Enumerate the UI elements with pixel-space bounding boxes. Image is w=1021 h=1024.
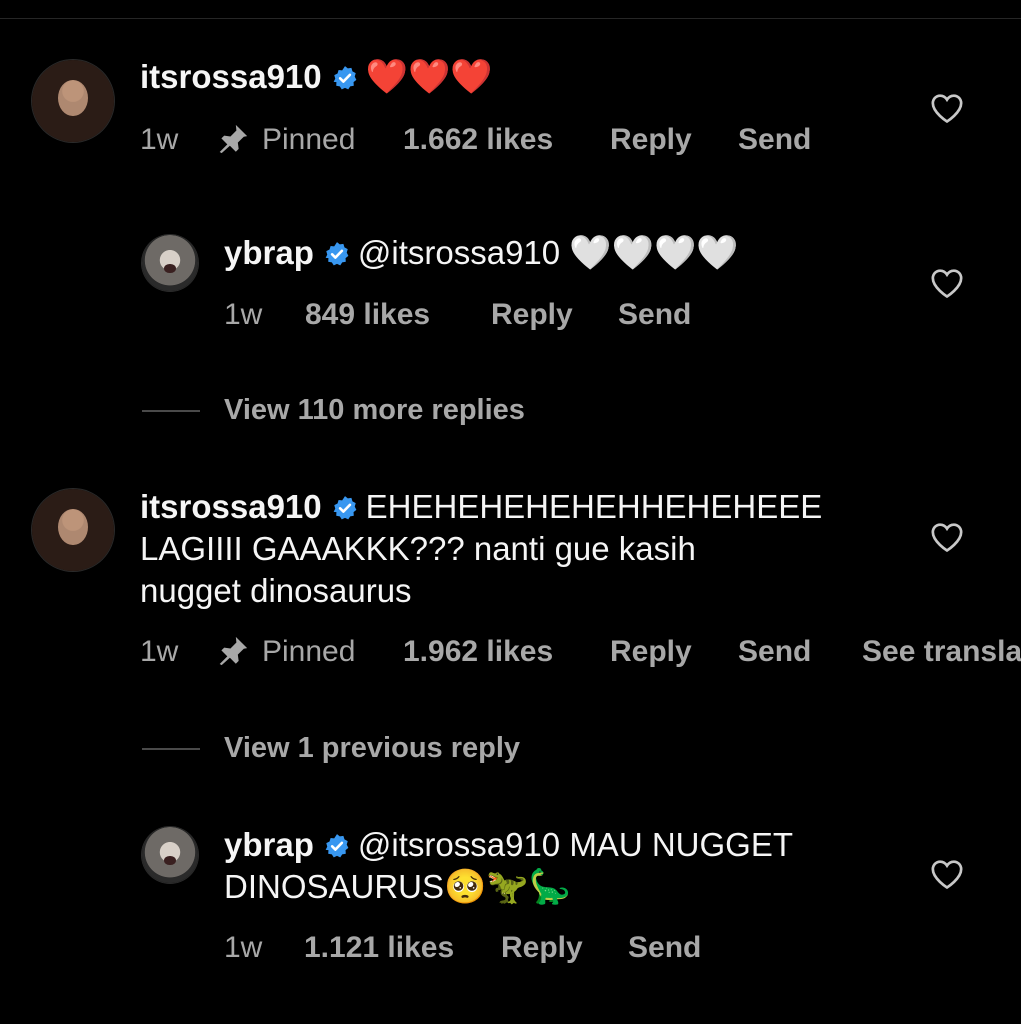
mention-link[interactable]: @itsrossa910 [358, 826, 560, 863]
divider-line [142, 748, 200, 750]
pinned-label: Pinned [262, 635, 356, 668]
verified-badge-icon [325, 834, 349, 858]
username[interactable]: ybrap [224, 234, 314, 271]
verified-badge-icon [333, 66, 357, 90]
divider-line [142, 410, 200, 412]
comment-text-line-3: nugget dinosaurus [140, 572, 412, 609]
send-button[interactable]: Send [628, 930, 701, 966]
timestamp: 1w [140, 635, 179, 668]
send-button[interactable]: Send [738, 634, 811, 670]
verified-badge-icon [325, 242, 349, 266]
like-heart-icon[interactable] [930, 521, 964, 553]
username[interactable]: itsrossa910 [140, 58, 322, 95]
likes-count[interactable]: 1.962 likes [403, 634, 553, 670]
comment-text-line-2: DINOSAURUS [224, 868, 445, 905]
comment-text: ❤️❤️❤️ [365, 58, 493, 96]
view-previous-replies-label[interactable]: View 1 previous reply [224, 730, 520, 766]
avatar[interactable] [32, 60, 114, 142]
view-more-replies-label[interactable]: View 110 more replies [224, 392, 525, 428]
comment-text-line-1: MAU NUGGET [569, 826, 793, 863]
send-button[interactable]: Send [738, 122, 811, 158]
timestamp: 1w [140, 123, 179, 156]
reply-button[interactable]: Reply [610, 634, 692, 670]
comment-emoji: 🥺🦖🦕 [444, 868, 572, 906]
timestamp: 1w [224, 298, 263, 331]
avatar[interactable] [142, 235, 198, 291]
reply-button[interactable]: Reply [491, 297, 573, 333]
top-divider [0, 18, 1021, 19]
comment-text-line-1: EHEHEHEHEHEHHEHEHEEE [365, 488, 823, 525]
like-heart-icon[interactable] [930, 92, 964, 124]
send-button[interactable]: Send [618, 297, 691, 333]
pin-icon [219, 124, 248, 154]
verified-badge-icon [333, 496, 357, 520]
pin-icon [219, 636, 248, 666]
comment-actions: 1w Pinned 1.962 likes Reply Send See tra… [140, 634, 1021, 674]
comment-text-line-2: LAGIIII GAAAKKK??? nanti gue kasih [140, 530, 696, 567]
see-translation-button[interactable]: See translation [862, 634, 1021, 670]
avatar[interactable] [142, 827, 198, 883]
avatar[interactable] [32, 489, 114, 571]
pinned-label: Pinned [262, 123, 356, 156]
reply-button[interactable]: Reply [501, 930, 583, 966]
reply-button[interactable]: Reply [610, 122, 692, 158]
like-heart-icon[interactable] [930, 858, 964, 890]
comment-text: 🤍🤍🤍🤍 [569, 234, 739, 272]
likes-count[interactable]: 1.121 likes [304, 930, 454, 966]
mention-link[interactable]: @itsrossa910 [358, 234, 560, 271]
username[interactable]: ybrap [224, 826, 314, 863]
timestamp: 1w [224, 931, 263, 964]
likes-count[interactable]: 849 likes [305, 297, 430, 333]
username[interactable]: itsrossa910 [140, 488, 322, 525]
like-heart-icon[interactable] [930, 267, 964, 299]
likes-count[interactable]: 1.662 likes [403, 122, 553, 158]
